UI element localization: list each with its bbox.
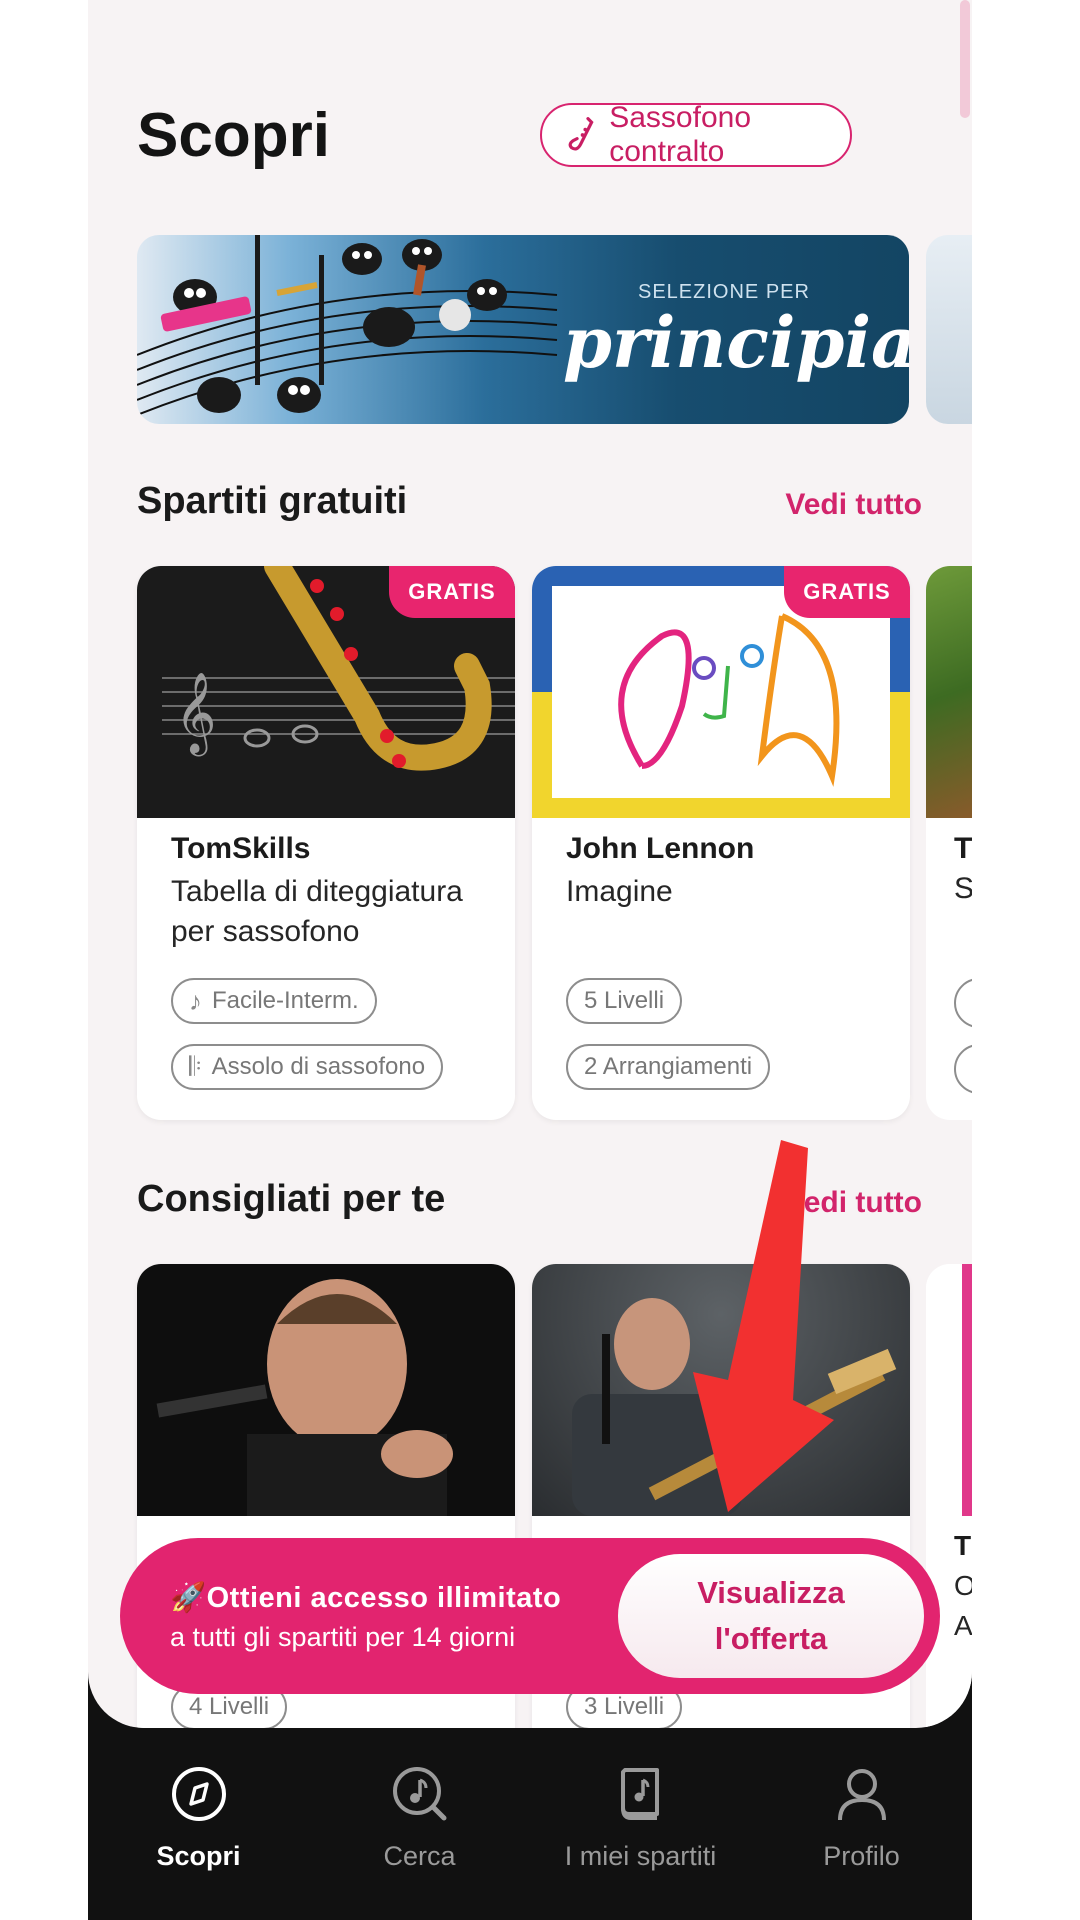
phone-frame: Scopri Sassofono contralto SELEZIONE PER… [88,0,972,1920]
nav-label: Scopri [156,1841,241,1871]
sheet-book-icon [620,1768,659,1820]
compass-icon [171,1767,226,1821]
user-icon [837,1769,886,1821]
bottom-navigation: Scopri Cerca I miei spartiti Profilo [88,1728,972,1920]
nav-item-profile[interactable]: Profilo [751,1764,972,1872]
nav-label: I miei spartiti [564,1841,717,1871]
nav-label: Profilo [823,1841,900,1871]
nav-item-my-sheets[interactable]: I miei spartiti [530,1764,751,1872]
discover-screen[interactable]: Scopri Sassofono contralto SELEZIONE PER… [88,0,972,1728]
annotation-arrow-icon [693,1140,834,1512]
nav-label: Cerca [383,1841,456,1871]
nav-item-search[interactable]: Cerca [309,1764,530,1872]
search-music-icon [392,1767,446,1821]
nav-item-discover[interactable]: Scopri [88,1764,309,1872]
